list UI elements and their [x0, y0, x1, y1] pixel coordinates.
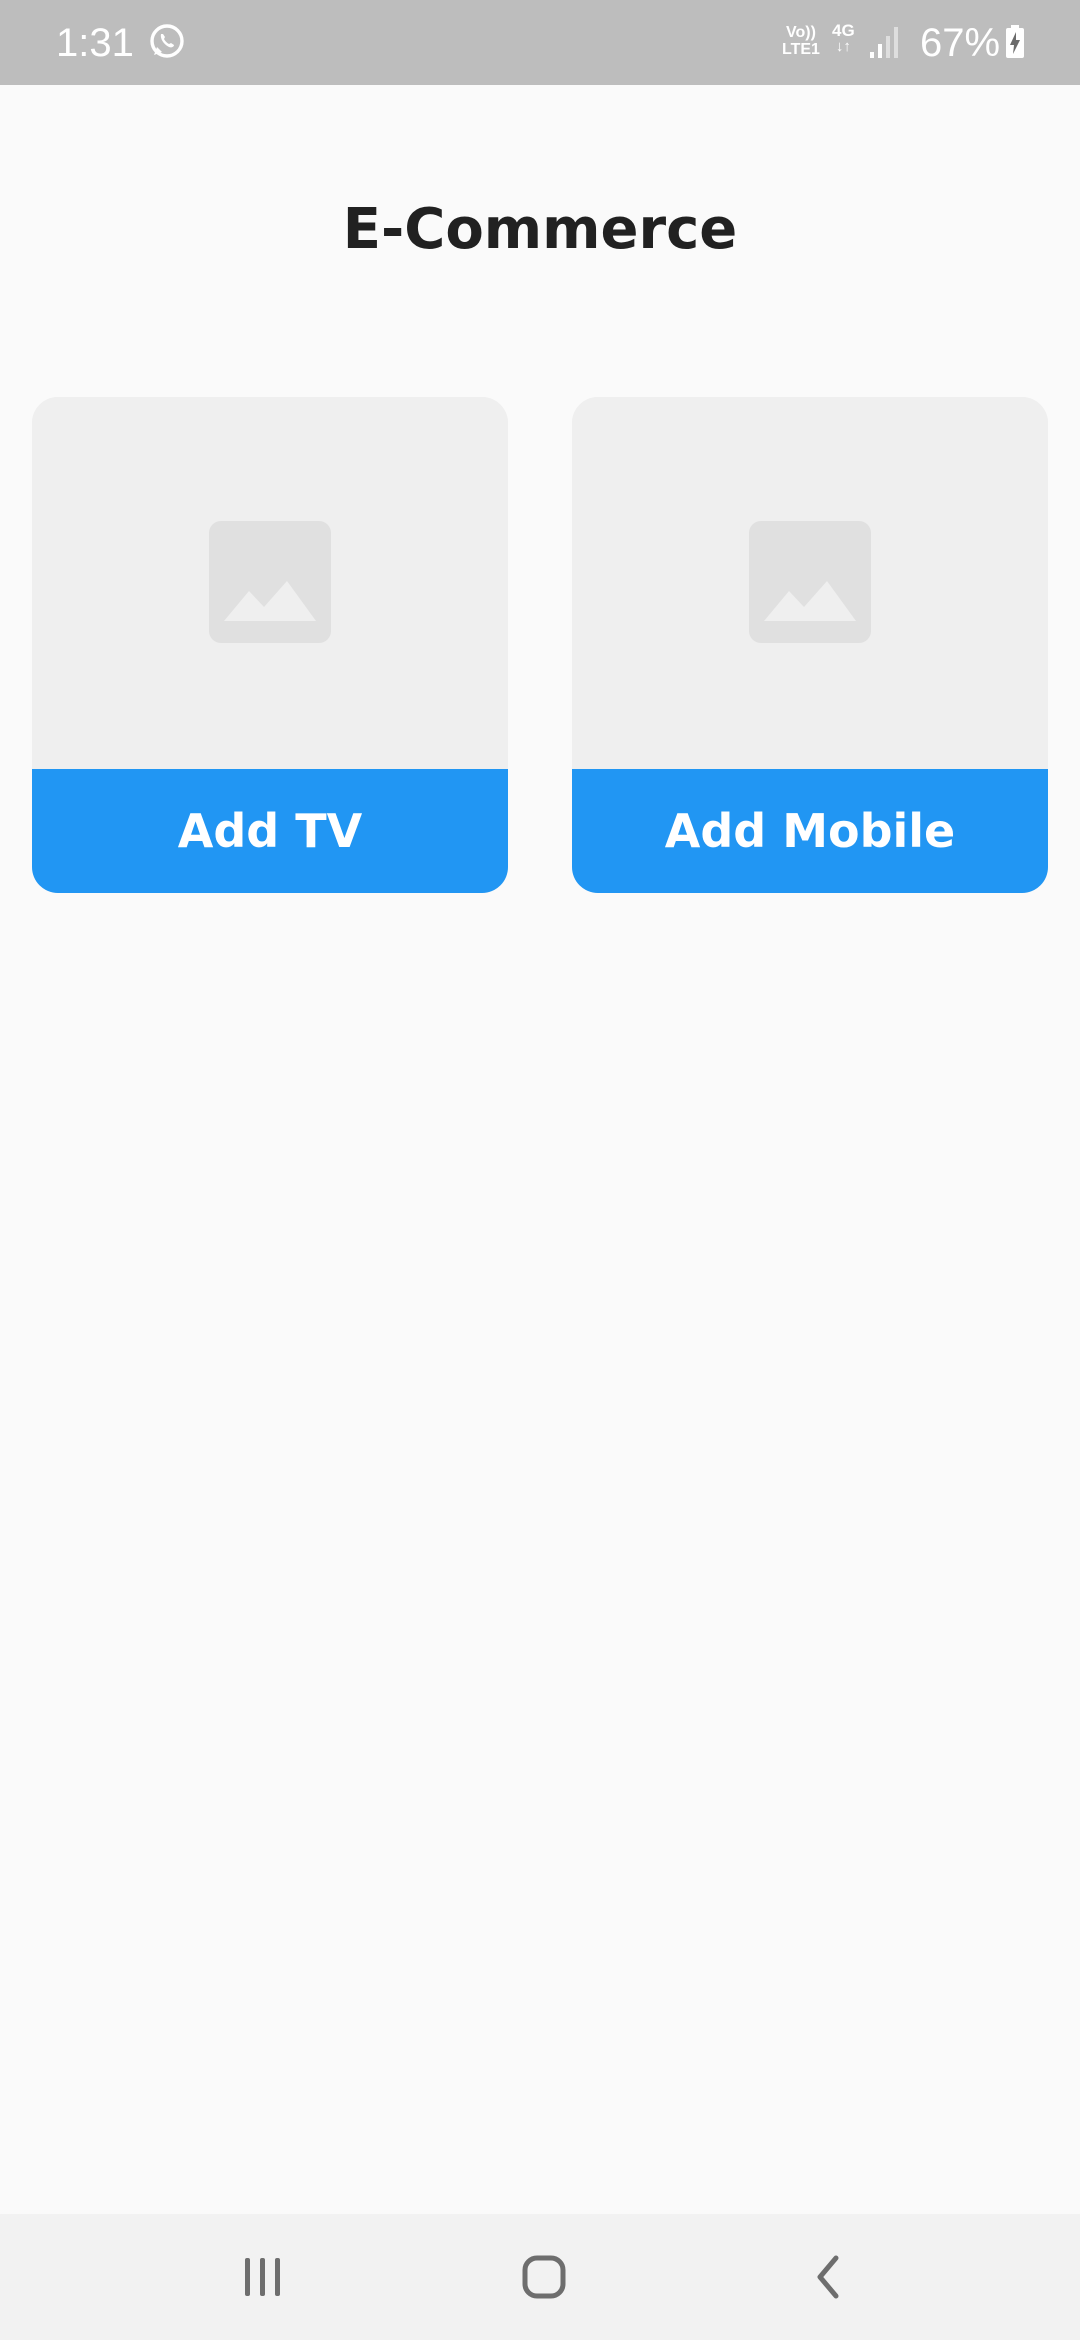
add-tv-button[interactable]: Add TV: [32, 769, 508, 893]
signal-icon: [868, 24, 902, 60]
navigation-bar: [0, 2214, 1080, 2340]
add-mobile-button[interactable]: Add Mobile: [572, 769, 1048, 893]
volte-indicator: Vo)) LTE1: [782, 24, 820, 58]
add-mobile-card[interactable]: Add Mobile: [572, 397, 1048, 893]
network-type: 4G ↓↑: [832, 22, 855, 54]
add-tv-card[interactable]: Add TV: [32, 397, 508, 893]
card-image: [572, 397, 1048, 769]
image-placeholder-icon: [209, 521, 331, 643]
home-icon: [522, 2255, 566, 2299]
volte-line2: LTE1: [782, 41, 820, 58]
recents-button[interactable]: [218, 2234, 308, 2320]
image-placeholder-icon: [749, 521, 871, 643]
recents-icon: [245, 2258, 280, 2296]
card-image: [32, 397, 508, 769]
status-bar: 1:31 Vo)) LTE1 4G ↓↑ 67%: [0, 0, 1080, 85]
page-title: E-Commerce: [342, 197, 738, 262]
back-button[interactable]: [782, 2234, 872, 2320]
screen: 1:31 Vo)) LTE1 4G ↓↑ 67% E-Commerce Add …: [0, 0, 1080, 2340]
back-icon: [817, 2255, 839, 2299]
battery-charging-icon: [1004, 24, 1026, 60]
status-time: 1:31: [56, 21, 134, 65]
whatsapp-icon: [148, 22, 186, 60]
home-button[interactable]: [500, 2234, 590, 2320]
battery-percent: 67%: [920, 21, 1001, 65]
network-arrows: ↓↑: [835, 38, 851, 55]
volte-line1: Vo)): [786, 24, 816, 41]
